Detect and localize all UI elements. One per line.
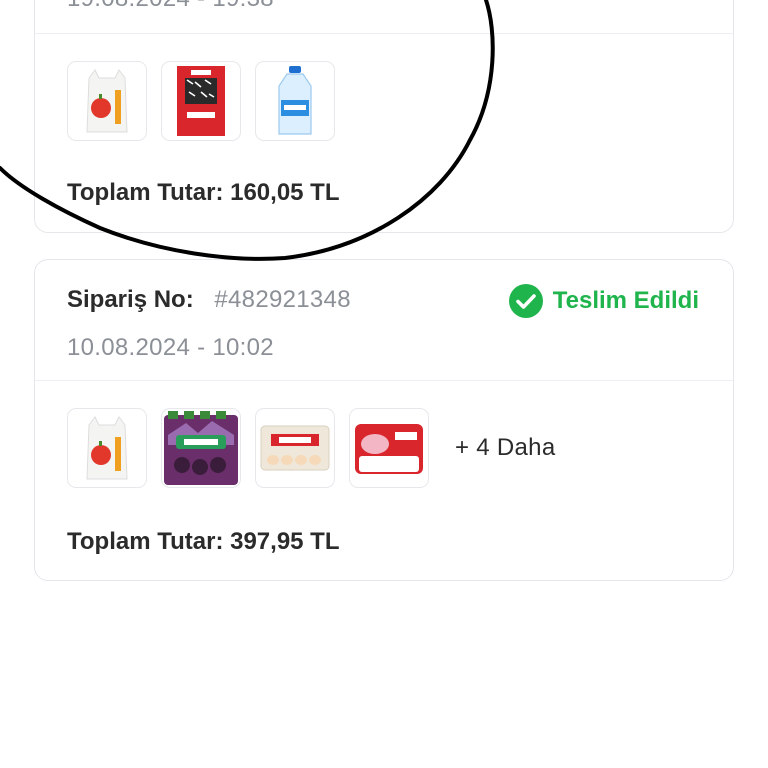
order-card[interactable]: Sipariş No: #482921348 Teslim Edildi 10.… — [34, 259, 734, 581]
shopping-bag-icon — [86, 416, 128, 480]
product-thumb-egg-carton[interactable] — [255, 408, 335, 488]
order-card-header: Sipariş No: #482921348 Teslim Edildi 10.… — [35, 260, 733, 381]
order-number: #482921348 — [214, 286, 351, 313]
order-number-row: Sipariş No: #482921348 — [67, 286, 351, 314]
order-card-header: 19.08.2024 - 19:38 — [35, 0, 733, 34]
product-thumbnails — [67, 61, 349, 141]
order-total: Toplam Tutar: 160,05 TL — [67, 179, 340, 206]
order-date: 19.08.2024 - 19:38 — [67, 0, 274, 13]
product-thumb-ice-cream-box[interactable] — [349, 408, 429, 488]
product-thumb-water-bottle[interactable] — [255, 61, 335, 141]
product-thumb-sunflower-seeds[interactable] — [161, 61, 241, 141]
check-circle-icon — [508, 284, 543, 318]
soda-pack-icon — [164, 411, 238, 485]
product-thumbnails: + 4 Daha — [67, 408, 555, 488]
order-date: 10.08.2024 - 10:02 — [67, 334, 274, 361]
order-total: Toplam Tutar: 397,95 TL — [67, 528, 340, 555]
ice-cream-box-icon — [355, 424, 423, 474]
shopping-bag-icon — [86, 69, 128, 133]
egg-carton-icon — [260, 425, 330, 471]
status-text: Teslim Edildi — [552, 287, 699, 314]
water-bottle-icon — [278, 66, 312, 135]
product-thumb-shopping-bag[interactable] — [67, 61, 147, 141]
more-items-label[interactable]: + 4 Daha — [455, 434, 555, 462]
seeds-package-icon — [177, 66, 225, 136]
order-number-label: Sipariş No: — [67, 286, 194, 313]
order-card[interactable]: 19.08.2024 - 19:38 — [34, 0, 734, 233]
product-thumb-sirma-soda-pack[interactable] — [161, 408, 241, 488]
product-thumb-shopping-bag[interactable] — [67, 408, 147, 488]
status-badge: Teslim Edildi — [508, 284, 699, 318]
